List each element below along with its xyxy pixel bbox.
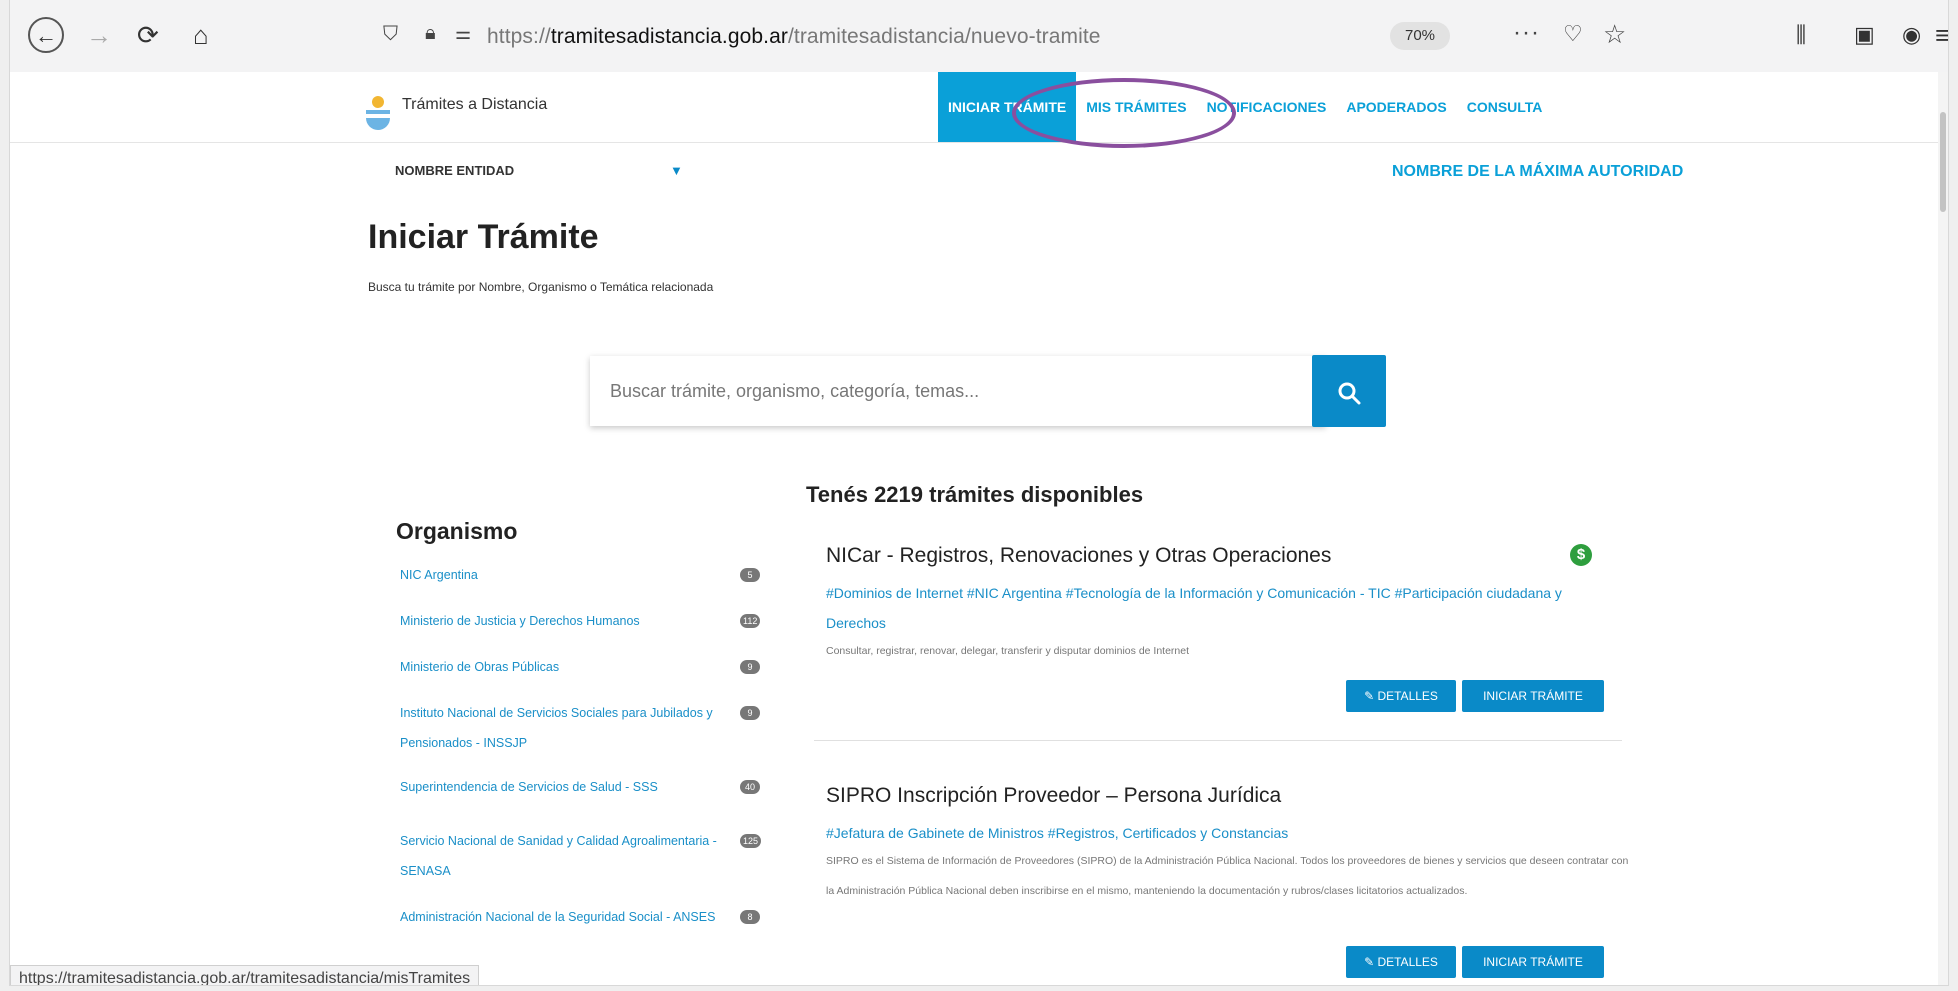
page-actions-icon[interactable]: ···	[1513, 19, 1540, 47]
entity-bar: NOMBRE ENTIDAD ▼ NOMBRE DE LA MÁXIMA AUT…	[10, 143, 1948, 203]
back-arrow-icon[interactable]: ←	[28, 17, 64, 53]
argentina-logo-icon	[366, 96, 390, 130]
page-title: Iniciar Trámite	[368, 218, 599, 256]
page-subtitle: Busca tu trámite por Nombre, Organismo o…	[368, 280, 714, 294]
card-description: Consultar, registrar, renovar, delegar, …	[826, 645, 1190, 657]
card-title[interactable]: NICar - Registros, Renovaciones y Otras …	[826, 544, 1331, 568]
entity-select[interactable]: NOMBRE ENTIDAD	[395, 163, 514, 178]
home-icon[interactable]: ⌂	[193, 20, 209, 50]
card-tags[interactable]: #Dominios de Internet #NIC Argentina #Te…	[826, 578, 1606, 638]
account-icon[interactable]: ◉	[1902, 20, 1921, 50]
card-title[interactable]: SIPRO Inscripción Proveedor – Persona Ju…	[826, 784, 1281, 808]
search-box	[590, 355, 1386, 427]
highlight-ring-annotation	[1012, 78, 1236, 148]
sidebar-title: Organismo	[396, 518, 518, 544]
count-badge: 9	[740, 706, 760, 720]
sidebar-item-label[interactable]: Administración Nacional de la Seguridad …	[400, 902, 720, 932]
sidebar-item-label[interactable]: NIC Argentina	[400, 560, 720, 590]
permissions-icon[interactable]: ⚌	[455, 23, 471, 44]
count-badge: 125	[740, 834, 762, 848]
url-text[interactable]: https://tramitesadistancia.gob.ar/tramit…	[487, 25, 1101, 49]
status-bar-url: https://tramitesadistancia.gob.ar/tramit…	[10, 965, 480, 985]
card-description: SIPRO es el Sistema de Información de Pr…	[826, 855, 1629, 897]
lock-icon[interactable]: 🔒︎	[425, 22, 436, 45]
library-icon[interactable]: ⫼	[1796, 20, 1806, 50]
sidebar-item-label[interactable]: Superintendencia de Servicios de Salud -…	[400, 772, 720, 802]
caret-down-icon[interactable]: ▼	[670, 163, 683, 178]
count-badge: 40	[740, 780, 760, 794]
reload-icon[interactable]: ⟳	[137, 20, 159, 50]
forward-arrow-icon[interactable]: →	[86, 20, 112, 50]
count-badge: 112	[740, 614, 761, 628]
sidebar-item-label[interactable]: Servicio Nacional de Sanidad y Calidad A…	[400, 826, 720, 886]
site-header: Trámites a Distancia INICIAR TRÁMITE MIS…	[10, 72, 1948, 148]
site-brand[interactable]: Trámites a Distancia	[402, 96, 547, 114]
hamburger-menu-icon[interactable]: ≡	[1935, 20, 1948, 50]
scroll-thumb[interactable]	[1940, 112, 1946, 212]
address-bar[interactable]: ⛉ 🔒︎ ⚌ https://tramitesadistancia.gob.ar…	[365, 13, 1626, 59]
tracking-shield-icon[interactable]: ⛉	[383, 23, 398, 46]
scrollbar[interactable]	[1938, 72, 1948, 985]
sidebar-item-label[interactable]: Ministerio de Obras Públicas	[400, 652, 720, 682]
zoom-level[interactable]: 70%	[1390, 22, 1450, 50]
bookmark-star-icon[interactable]: ☆	[1603, 19, 1626, 50]
card-divider	[814, 740, 1622, 741]
authority-name: NOMBRE DE LA MÁXIMA AUTORIDAD	[1392, 163, 1684, 180]
nav-apoderados[interactable]: APODERADOS	[1336, 72, 1456, 142]
start-tramite-button[interactable]: INICIAR TRÁMITE	[1462, 680, 1604, 712]
sidebar-item-label[interactable]: Instituto Nacional de Servicios Sociales…	[400, 698, 720, 758]
sidebar-item-label[interactable]: Ministerio de Justicia y Derechos Humano…	[400, 606, 720, 636]
browser-toolbar: ← → ⟳ ⌂ ⛉ 🔒︎ ⚌ https://tramitesadistanci…	[10, 0, 1948, 73]
search-icon	[1338, 382, 1361, 405]
results-count: Tenés 2219 trámites disponibles	[806, 482, 1144, 507]
nav-consulta[interactable]: CONSULTA	[1457, 72, 1553, 142]
search-input[interactable]	[590, 356, 1280, 426]
pocket-icon[interactable]: ♡	[1563, 21, 1583, 47]
card-tags[interactable]: #Jefatura de Gabinete de Ministros #Regi…	[826, 818, 1606, 848]
search-button[interactable]	[1312, 355, 1386, 427]
count-badge: 9	[740, 660, 760, 674]
sidebar-icon[interactable]: ▣	[1854, 20, 1875, 50]
count-badge: 8	[740, 910, 760, 924]
details-button[interactable]: ✎ DETALLES	[1346, 680, 1456, 712]
dollar-icon: $	[1570, 544, 1592, 566]
start-tramite-button[interactable]: INICIAR TRÁMITE	[1462, 946, 1604, 978]
details-button[interactable]: ✎ DETALLES	[1346, 946, 1456, 978]
count-badge: 5	[740, 568, 760, 582]
browser-window: ← → ⟳ ⌂ ⛉ 🔒︎ ⚌ https://tramitesadistanci…	[10, 0, 1948, 985]
